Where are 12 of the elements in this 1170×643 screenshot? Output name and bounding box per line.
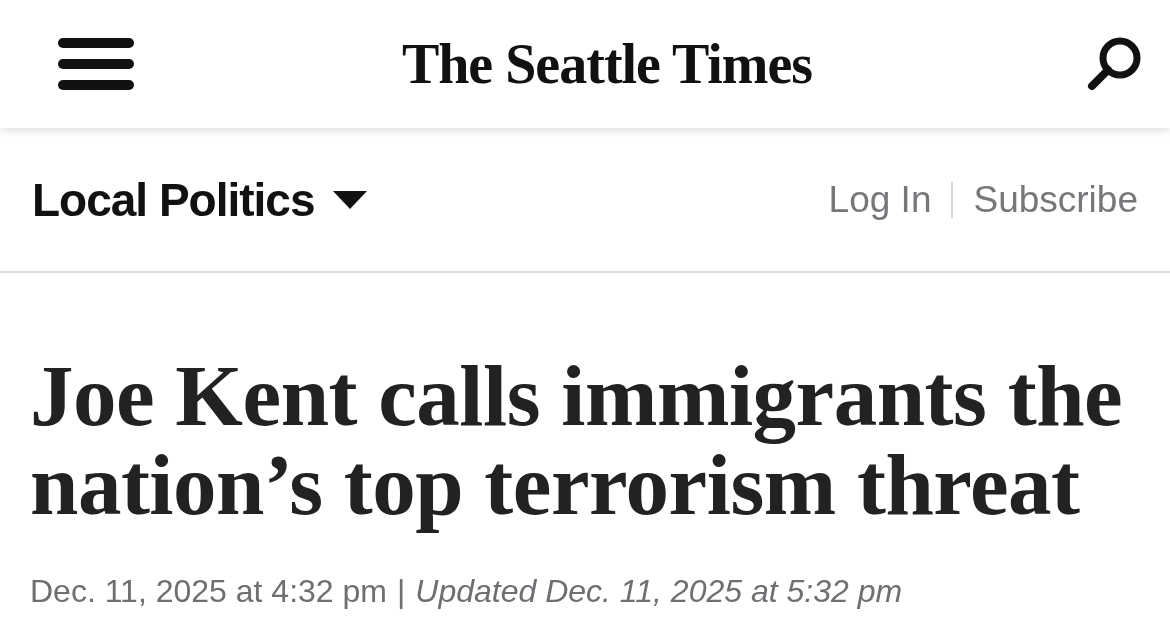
published-date: Dec. 11, 2025 at 4:32 pm <box>30 572 387 611</box>
subscribe-link[interactable]: Subscribe <box>973 178 1138 221</box>
menu-icon <box>58 38 134 90</box>
updated-date: Updated Dec. 11, 2025 at 5:32 pm <box>415 572 903 611</box>
search-icon <box>1086 36 1142 92</box>
section-dropdown[interactable]: Local Politics <box>32 172 367 227</box>
search-button[interactable] <box>1086 36 1142 92</box>
menu-button[interactable] <box>58 38 134 90</box>
site-logo[interactable]: The Seattle Times <box>401 32 813 96</box>
date-separator: | <box>396 572 406 611</box>
login-link[interactable]: Log In <box>828 178 932 221</box>
caret-down-icon <box>332 190 367 209</box>
